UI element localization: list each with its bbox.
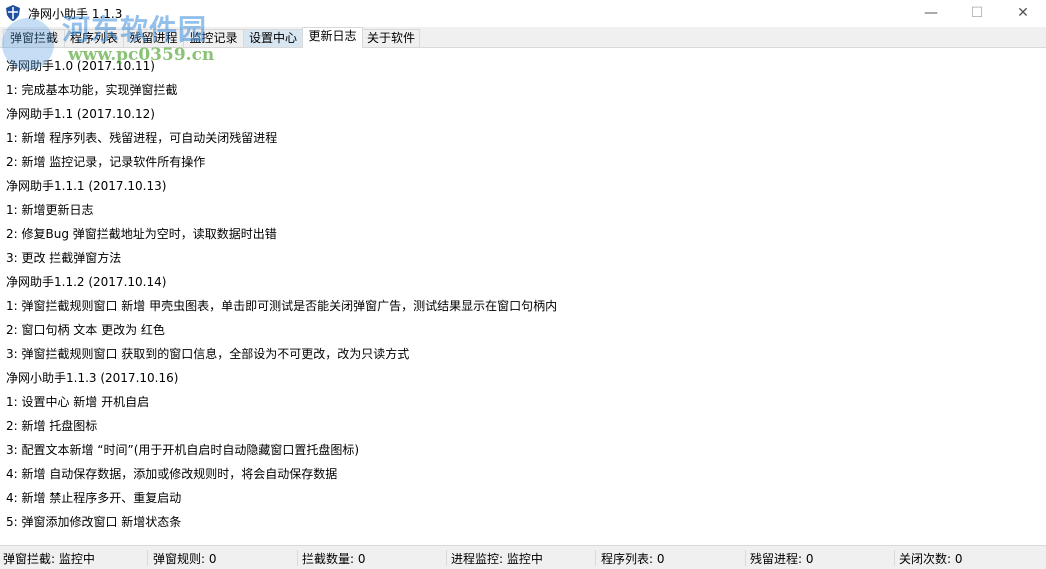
changelog-text-area[interactable]: 净网助手1.0 (2017.10.11) 1: 完成基本功能，实现弹窗拦截 净网助手… [0, 47, 1046, 545]
close-button[interactable]: ✕ [1000, 0, 1046, 27]
status-panel: 弹窗拦截: 监控中 [0, 550, 148, 566]
changelog-line: 2: 修复Bug 弹窗拦截地址为空时，读取数据时出错 [6, 227, 277, 241]
maximize-button[interactable]: ☐ [954, 0, 1000, 27]
changelog-line: 净网助手1.1.2 (2017.10.14) [6, 275, 167, 289]
status-panel: 关闭次数: 0 [899, 552, 963, 566]
status-panel: 残留进程: 0 [747, 550, 895, 566]
changelog-line: 净网小助手1.1.3 (2017.10.16) [6, 371, 179, 385]
status-panel: 拦截数量: 0 [299, 550, 447, 566]
changelog-line: 净网助手1.1 (2017.10.12) [6, 107, 155, 121]
changelog-line: 3: 配置文本新增 “时间”(用于开机自启时自动隐藏窗口置托盘图标) [6, 443, 360, 457]
status-panel: 程序列表: 0 [598, 550, 746, 566]
status-panel: 进程监控: 监控中 [448, 550, 596, 566]
changelog-line: 2: 窗口句柄 文本 更改为 红色 [6, 323, 165, 337]
changelog-line: 3: 更改 拦截弹窗方法 [6, 251, 122, 265]
tab-changelog[interactable]: 更新日志 [302, 27, 363, 48]
changelog-line: 1: 新增更新日志 [6, 203, 94, 217]
changelog-line: 2: 新增 监控记录，记录软件所有操作 [6, 155, 206, 169]
changelog-line: 净网助手1.1.1 (2017.10.13) [6, 179, 167, 193]
watermark-logo-icon [2, 18, 54, 70]
changelog-line: 1: 设置中心 新增 开机自启 [6, 395, 150, 409]
changelog-line: 1: 弹窗拦截规则窗口 新增 甲壳虫图表，单击即可测试是否能关闭弹窗广告，测试结… [6, 299, 558, 313]
tab-about[interactable]: 关于软件 [362, 29, 420, 47]
changelog-line: 2: 新增 托盘图标 [6, 419, 98, 433]
changelog-line: 1: 完成基本功能，实现弹窗拦截 [6, 83, 178, 97]
minimize-button[interactable]: — [908, 0, 954, 27]
status-bar: 弹窗拦截: 监控中 弹窗规则: 0 拦截数量: 0 进程监控: 监控中 程序列表: 0残… [0, 545, 1046, 569]
changelog-line: 5: 弹窗添加修改窗口 新增状态条 [6, 515, 182, 529]
tab-settings[interactable]: 设置中心 [243, 29, 303, 47]
changelog-line: 4: 新增 禁止程序多开、重复启动 [6, 491, 182, 505]
shield-app-icon [6, 5, 20, 21]
watermark-url: www.pc0359.cn [68, 45, 215, 65]
changelog-line: 1: 新增 程序列表、残留进程，可自动关闭残留进程 [6, 131, 278, 145]
status-panel: 弹窗规则: 0 [150, 550, 298, 566]
changelog-line: 4: 新增 自动保存数据，添加或修改规则时，将会自动保存数据 [6, 467, 338, 481]
changelog-line: 3: 弹窗拦截规则窗口 获取到的窗口信息，全部设为不可更改，改为只读方式 [6, 347, 410, 361]
watermark-name: 河东软件园 [62, 13, 208, 46]
